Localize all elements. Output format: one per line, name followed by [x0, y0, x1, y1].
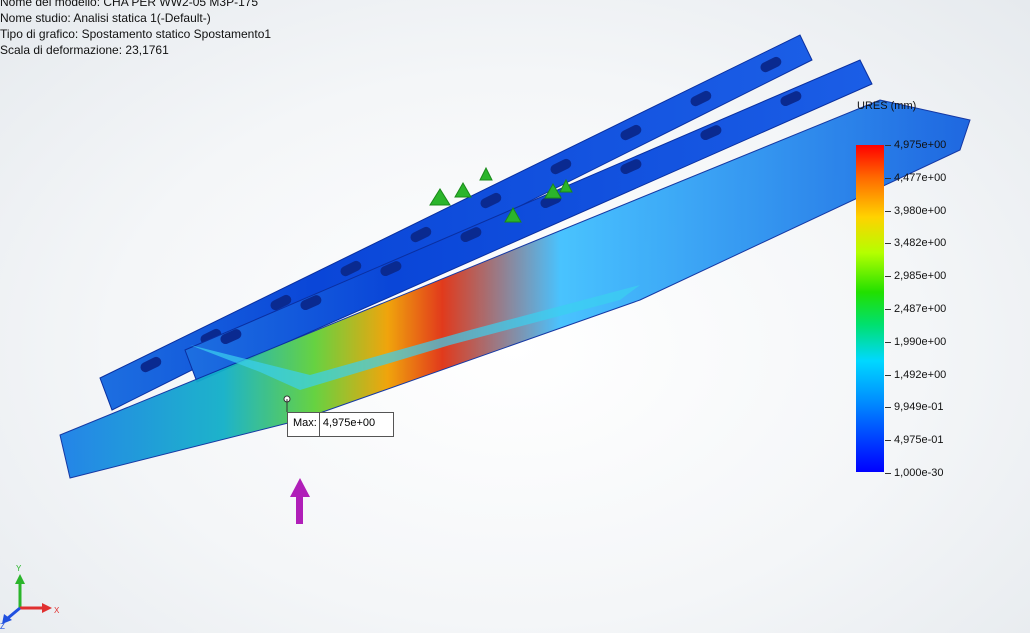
- legend-value-label: 4,975e+00: [894, 139, 947, 151]
- triad-x-label: X: [54, 606, 60, 615]
- max-probe-key: Max:: [288, 413, 320, 436]
- legend-value-label: 1,492e+00: [894, 368, 947, 381]
- coordinate-triad: Y X Z: [0, 564, 60, 630]
- legend-value-label: 3,482e+00: [894, 237, 947, 250]
- legend-colorbar[interactable]: [856, 145, 884, 472]
- legend-tick: [885, 145, 891, 146]
- legend-value-label: 4,975e-01: [894, 434, 944, 447]
- legend-title: URES (mm): [857, 100, 917, 112]
- legend-value-label: 1,000e-30: [894, 467, 944, 479]
- legend-tick: [885, 177, 891, 179]
- legend-tick: [885, 276, 891, 278]
- legend-value-label: 9,949e-01: [894, 401, 944, 414]
- legend-value-label: 1,990e+00: [894, 335, 947, 348]
- frame-base-plate: [59, 99, 971, 479]
- legend-tick: [885, 407, 891, 409]
- max-probe-label[interactable]: Max: 4,975e+00: [287, 412, 395, 437]
- load-arrow: [290, 478, 310, 524]
- legend-tick: [885, 440, 891, 442]
- legend-tick: [885, 374, 891, 376]
- legend-value-label: 2,985e+00: [894, 270, 947, 283]
- legend-value-label: 3,980e+00: [894, 204, 947, 217]
- legend-tick: [885, 309, 891, 310]
- legend-tick: [885, 341, 891, 343]
- max-probe-value: 4,975e+00: [322, 417, 376, 429]
- legend-tick: [885, 473, 891, 474]
- legend-value-label: 4,477e+00: [894, 171, 947, 184]
- triad-y-label: Y: [16, 564, 22, 573]
- triad-z-label: Z: [0, 622, 5, 630]
- legend-tick: [885, 210, 891, 212]
- legend-value-label: 2,487e+00: [894, 303, 947, 315]
- legend-tick: [885, 243, 891, 245]
